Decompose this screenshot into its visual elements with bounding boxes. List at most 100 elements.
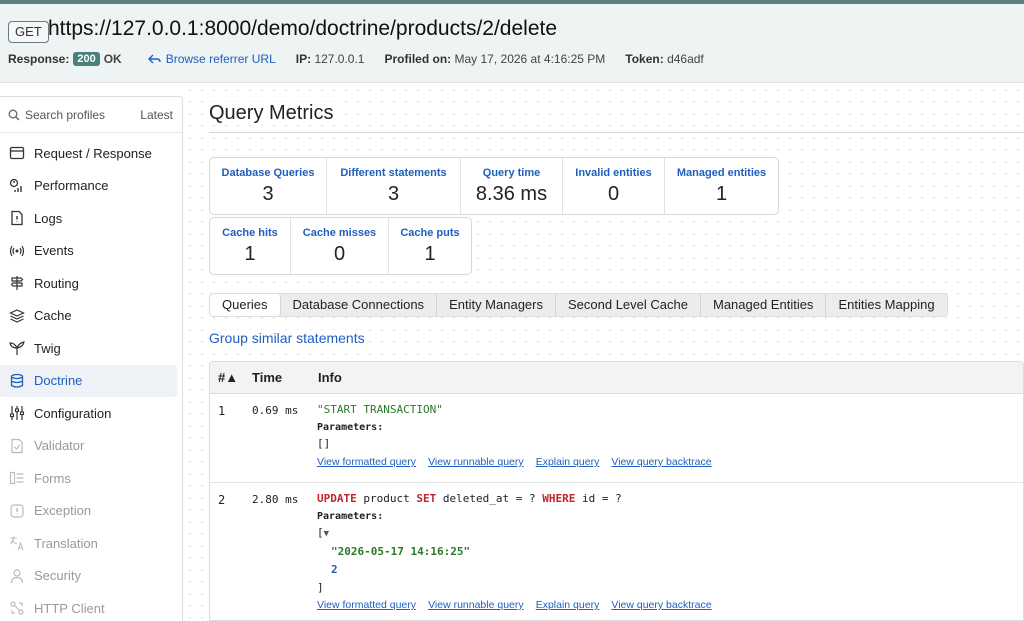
http-client-icon <box>10 601 24 615</box>
sidebar-item-validator[interactable]: Validator <box>0 430 182 463</box>
sidebar-item-http-client[interactable]: HTTP Client <box>0 592 182 621</box>
sidebar-item-doctrine[interactable]: Doctrine <box>0 364 177 397</box>
routing-icon <box>10 276 24 291</box>
dump-bracket-close: ] <box>317 581 324 594</box>
sidebar-item-label: Translation <box>34 535 98 551</box>
ip-label: IP: <box>295 52 312 66</box>
sidebar-item-translation[interactable]: Translation <box>0 527 182 560</box>
sidebar-item-forms[interactable]: Forms <box>0 462 182 495</box>
title-divider <box>209 132 1024 133</box>
metric-label: Cache puts <box>400 227 460 239</box>
view-runnable-query-link[interactable]: View runnable query <box>428 599 524 611</box>
sql-text: id = ? <box>575 492 622 505</box>
metric-label: Different statements <box>340 167 447 179</box>
group-similar-statements-link[interactable]: Group similar statements <box>209 330 365 346</box>
tab-second-level-cache[interactable]: Second Level Cache <box>556 294 701 316</box>
profiled-on-info: Profiled on: May 17, 2026 at 4:16:25 PM <box>384 52 605 66</box>
query-sql: UPDATE product SET deleted_at = ? WHERE … <box>317 492 721 505</box>
metric-cache-misses: Cache misses 0 <box>291 218 389 274</box>
sidebar-item-label: Configuration <box>34 405 112 421</box>
metric-cache-hits: Cache hits 1 <box>210 218 291 274</box>
sidebar-item-label: Twig <box>34 340 61 356</box>
sidebar-item-events[interactable]: Events <box>0 235 182 268</box>
param-value: "2026-05-17 14:16:25" <box>331 545 471 558</box>
sidebar-item-exception[interactable]: Exception <box>0 495 182 528</box>
view-query-backtrace-link[interactable]: View query backtrace <box>611 599 711 611</box>
table-row: 1 0.69 ms "START TRANSACTION" Parameters… <box>210 394 1023 483</box>
exception-icon <box>10 504 24 518</box>
request-icon <box>9 147 25 160</box>
tab-managed-entities[interactable]: Managed Entities <box>701 294 827 316</box>
parameters-label: Parameters: <box>317 511 384 522</box>
query-parameters: [] <box>317 437 331 450</box>
sql-text: product <box>356 492 417 505</box>
sidebar-item-label: Events <box>34 243 74 259</box>
response-label: Response: <box>8 52 70 66</box>
view-formatted-query-link[interactable]: View formatted query <box>317 456 416 468</box>
sidebar-item-label: Cache <box>34 308 72 324</box>
sidebar-item-performance[interactable]: Performance <box>0 170 182 203</box>
view-query-backtrace-link[interactable]: View query backtrace <box>611 456 711 468</box>
metric-invalid-entities: Invalid entities 0 <box>563 158 665 214</box>
sql-keyword: UPDATE <box>317 492 357 505</box>
metric-label: Cache hits <box>222 227 278 239</box>
tab-entity-managers[interactable]: Entity Managers <box>437 294 556 316</box>
sidebar-item-label: Security <box>34 568 81 584</box>
table-row: 2 2.80 ms UPDATE product SET deleted_at … <box>210 483 1023 620</box>
query-parameters-dump: [▼ "2026-05-17 14:16:25" 2 ] <box>317 524 721 597</box>
sidebar-item-cache[interactable]: Cache <box>0 300 182 333</box>
sidebar-item-label: Request / Response <box>34 145 152 161</box>
collapse-caret-icon[interactable]: ▼ <box>324 529 329 539</box>
metric-cache-puts: Cache puts 1 <box>389 218 471 274</box>
sidebar-item-label: HTTP Client <box>34 600 105 616</box>
metric-value: 8.36 ms <box>475 183 548 205</box>
sql-keyword: WHERE <box>542 492 576 505</box>
sql-keyword: SET <box>416 492 437 505</box>
parameters-label: Parameters: <box>317 422 384 433</box>
metric-value: 1 <box>244 243 256 265</box>
sidebar-item-twig[interactable]: Twig <box>0 332 182 365</box>
sidebar-item-security[interactable]: Security <box>0 560 182 593</box>
sidebar-item-label: Doctrine <box>34 373 83 389</box>
page-title: Query Metrics <box>209 102 342 125</box>
events-icon <box>9 245 25 257</box>
back-arrow-icon <box>147 54 161 63</box>
metric-value: 0 <box>607 183 620 205</box>
token-info: Token: d46adf <box>625 52 704 66</box>
sidebar-item-label: Performance <box>34 178 109 194</box>
performance-icon <box>9 178 22 192</box>
explain-query-link[interactable]: Explain query <box>536 456 600 468</box>
search-icon <box>8 109 20 121</box>
query-actions: View formatted query View runnable query… <box>317 456 721 468</box>
view-runnable-query-link[interactable]: View runnable query <box>428 456 524 468</box>
sidebar-item-request-response[interactable]: Request / Response <box>0 137 182 170</box>
sidebar-item-label: Validator <box>34 438 85 454</box>
query-sql: "START TRANSACTION" <box>317 403 443 416</box>
sidebar-item-routing[interactable]: Routing <box>0 267 182 300</box>
column-header-time: Time <box>252 370 283 385</box>
search-profiles[interactable]: Search profiles Latest <box>8 106 173 124</box>
browse-referrer-label: Browse referrer URL <box>165 52 276 66</box>
metric-database-queries: Database Queries 3 <box>210 158 327 214</box>
sidebar-item-configuration[interactable]: Configuration <box>0 397 182 430</box>
queries-table: #▲ Time Info 1 0.69 ms "START TRANSACTIO… <box>209 361 1024 621</box>
sidebar-item-logs[interactable]: Logs <box>0 202 182 235</box>
view-formatted-query-link[interactable]: View formatted query <box>317 599 416 611</box>
explain-query-link[interactable]: Explain query <box>536 599 600 611</box>
latest-link[interactable]: Latest <box>140 108 173 122</box>
tab-database-connections[interactable]: Database Connections <box>281 294 438 316</box>
column-header-info: Info <box>318 370 342 385</box>
tab-entities-mapping[interactable]: Entities Mapping <box>826 294 946 316</box>
browse-referrer-link[interactable]: Browse referrer URL <box>147 52 276 66</box>
configuration-icon <box>9 406 25 421</box>
sidebar: Search profiles Latest Request / Respons… <box>0 96 183 621</box>
column-header-number[interactable]: #▲ <box>210 370 252 385</box>
sidebar-nav: Request / Response Performance Logs Even… <box>0 137 182 621</box>
token-label: Token: <box>625 52 664 66</box>
logs-icon <box>11 211 23 226</box>
search-profiles-label: Search profiles <box>25 108 106 122</box>
twig-icon <box>9 341 25 356</box>
sidebar-item-label: Exception <box>34 503 92 519</box>
tab-queries[interactable]: Queries <box>210 294 281 316</box>
ip-value: 127.0.0.1 <box>314 52 365 66</box>
